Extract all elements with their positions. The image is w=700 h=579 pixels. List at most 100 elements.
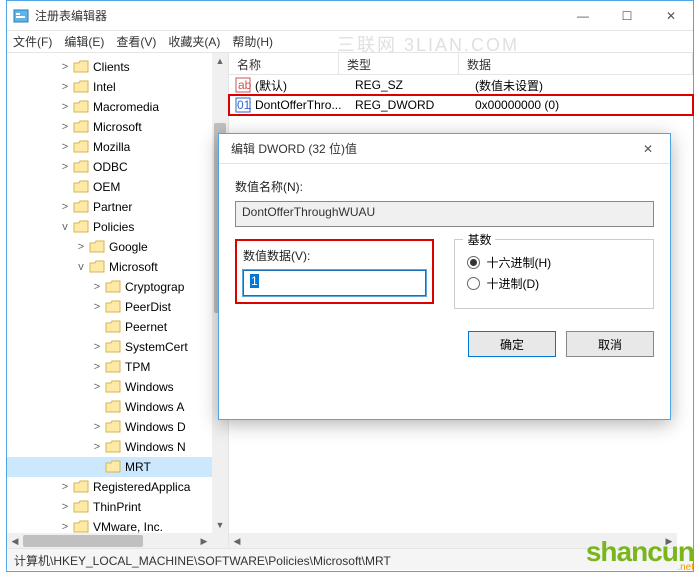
folder-icon bbox=[73, 140, 89, 154]
value-data-field[interactable]: 1 bbox=[243, 270, 426, 296]
scroll-right-icon[interactable]: ▶ bbox=[196, 533, 212, 549]
tree-item[interactable]: >Windows bbox=[7, 377, 228, 397]
folder-icon bbox=[105, 460, 121, 474]
list-row[interactable]: 011DontOfferThro...REG_DWORD0x00000000 (… bbox=[229, 95, 693, 115]
expand-icon[interactable]: > bbox=[91, 301, 103, 313]
tree-item-label: Google bbox=[109, 240, 148, 254]
dialog-close-button[interactable]: ✕ bbox=[626, 134, 670, 164]
scroll-left-icon[interactable]: ◀ bbox=[7, 533, 23, 549]
expand-icon[interactable]: v bbox=[75, 261, 87, 273]
scroll-down-icon[interactable]: ▼ bbox=[212, 517, 228, 533]
tree-item[interactable]: Peernet bbox=[7, 317, 228, 337]
folder-icon bbox=[105, 300, 121, 314]
folder-icon bbox=[89, 240, 105, 254]
expand-icon[interactable]: > bbox=[91, 341, 103, 353]
minimize-button[interactable]: — bbox=[561, 1, 605, 31]
close-button[interactable]: ✕ bbox=[649, 1, 693, 31]
expand-icon[interactable]: > bbox=[91, 281, 103, 293]
folder-icon bbox=[105, 400, 121, 414]
tree-item[interactable]: >PeerDist bbox=[7, 297, 228, 317]
expand-icon[interactable]: > bbox=[59, 61, 71, 73]
expand-icon[interactable]: > bbox=[59, 161, 71, 173]
folder-icon bbox=[73, 180, 89, 194]
radio-hex-label: 十六进制(H) bbox=[486, 254, 551, 271]
value-data-label: 数值数据(V): bbox=[243, 247, 426, 264]
menu-view[interactable]: 查看(V) bbox=[116, 33, 156, 50]
expand-icon[interactable]: v bbox=[59, 221, 71, 233]
folder-icon bbox=[105, 420, 121, 434]
tree-item[interactable]: >Windows D bbox=[7, 417, 228, 437]
value-name-label: 数值名称(N): bbox=[235, 178, 654, 195]
edit-dword-dialog: 编辑 DWORD (32 位)值 ✕ 数值名称(N): DontOfferThr… bbox=[218, 133, 671, 420]
tree-item[interactable]: >Macromedia bbox=[7, 97, 228, 117]
tree-item[interactable]: >ODBC bbox=[7, 157, 228, 177]
expand-icon[interactable]: > bbox=[59, 101, 71, 113]
expand-icon[interactable]: > bbox=[75, 241, 87, 253]
expand-icon[interactable]: > bbox=[59, 121, 71, 133]
folder-icon bbox=[105, 340, 121, 354]
tree-item[interactable]: >SystemCert bbox=[7, 337, 228, 357]
value-icon: 011 bbox=[235, 97, 251, 113]
expand-icon[interactable]: > bbox=[91, 421, 103, 433]
expand-icon[interactable]: > bbox=[59, 501, 71, 513]
expand-icon[interactable]: > bbox=[59, 521, 71, 533]
folder-icon bbox=[73, 160, 89, 174]
tree-item[interactable]: > Clients bbox=[7, 57, 228, 77]
expand-icon[interactable]: > bbox=[59, 481, 71, 493]
expand-icon[interactable]: > bbox=[59, 141, 71, 153]
expand-icon[interactable]: > bbox=[59, 201, 71, 213]
tree-item[interactable]: MRT bbox=[7, 457, 228, 477]
menu-favorites[interactable]: 收藏夹(A) bbox=[168, 33, 220, 50]
col-data[interactable]: 数据 bbox=[459, 53, 693, 74]
svg-text:ab: ab bbox=[238, 78, 251, 92]
radio-dec[interactable]: 十进制(D) bbox=[467, 275, 641, 292]
tree-item[interactable]: Windows A bbox=[7, 397, 228, 417]
scroll-up-icon[interactable]: ▲ bbox=[212, 53, 228, 69]
tree-item[interactable]: >Mozilla bbox=[7, 137, 228, 157]
base-group: 基数 十六进制(H) 十进制(D) bbox=[454, 239, 654, 309]
menu-file[interactable]: 文件(F) bbox=[13, 33, 52, 50]
tree-pane[interactable]: > Clients >Intel>Macromedia>Microsoft>Mozi… bbox=[7, 53, 229, 549]
menu-help[interactable]: 帮助(H) bbox=[232, 33, 273, 50]
tree-item[interactable]: >Windows N bbox=[7, 437, 228, 457]
tree-item[interactable]: vMicrosoft bbox=[7, 257, 228, 277]
tree-scrollbar-h[interactable]: ◀ ▶ bbox=[7, 533, 212, 549]
titlebar[interactable]: 注册表编辑器 — ☐ ✕ bbox=[7, 1, 693, 31]
menu-edit[interactable]: 编辑(E) bbox=[64, 33, 104, 50]
col-type[interactable]: 类型 bbox=[339, 53, 459, 74]
col-name[interactable]: 名称 bbox=[229, 53, 339, 74]
cancel-button[interactable]: 取消 bbox=[566, 331, 654, 357]
cell-data: (数值未设置) bbox=[475, 77, 693, 94]
tree-item-label: Peernet bbox=[125, 320, 167, 334]
tree-item[interactable]: v Policies bbox=[7, 217, 228, 237]
value-name-field[interactable]: DontOfferThroughWUAU bbox=[235, 201, 654, 227]
tree-item[interactable]: >Cryptograp bbox=[7, 277, 228, 297]
tree-item[interactable]: >ThinPrint bbox=[7, 497, 228, 517]
tree-item-label: Policies bbox=[93, 220, 134, 234]
folder-icon bbox=[105, 280, 121, 294]
folder-icon bbox=[73, 80, 89, 94]
tree-item[interactable]: >RegisteredApplica bbox=[7, 477, 228, 497]
list-header: 名称 类型 数据 bbox=[229, 53, 693, 75]
tree-item[interactable]: >Intel bbox=[7, 77, 228, 97]
expand-icon[interactable]: > bbox=[59, 81, 71, 93]
list-row[interactable]: ab(默认)REG_SZ(数值未设置) bbox=[229, 75, 693, 95]
tree-item[interactable]: >TPM bbox=[7, 357, 228, 377]
dialog-titlebar[interactable]: 编辑 DWORD (32 位)值 ✕ bbox=[219, 134, 670, 164]
folder-icon bbox=[73, 120, 89, 134]
tree-item[interactable]: >Partner bbox=[7, 197, 228, 217]
expand-icon[interactable]: > bbox=[91, 441, 103, 453]
ok-button[interactable]: 确定 bbox=[468, 331, 556, 357]
scroll-left-icon[interactable]: ◀ bbox=[229, 533, 245, 549]
tree-item[interactable]: >Microsoft bbox=[7, 117, 228, 137]
cell-name: (默认) bbox=[255, 77, 355, 94]
folder-icon bbox=[105, 320, 121, 334]
maximize-button[interactable]: ☐ bbox=[605, 1, 649, 31]
radio-hex[interactable]: 十六进制(H) bbox=[467, 254, 641, 271]
tree-item-label: Clients bbox=[93, 60, 130, 74]
tree-item[interactable]: > Google bbox=[7, 237, 228, 257]
scroll-thumb-h[interactable] bbox=[23, 535, 143, 547]
tree-item[interactable]: OEM bbox=[7, 177, 228, 197]
expand-icon[interactable]: > bbox=[91, 361, 103, 373]
expand-icon[interactable]: > bbox=[91, 381, 103, 393]
